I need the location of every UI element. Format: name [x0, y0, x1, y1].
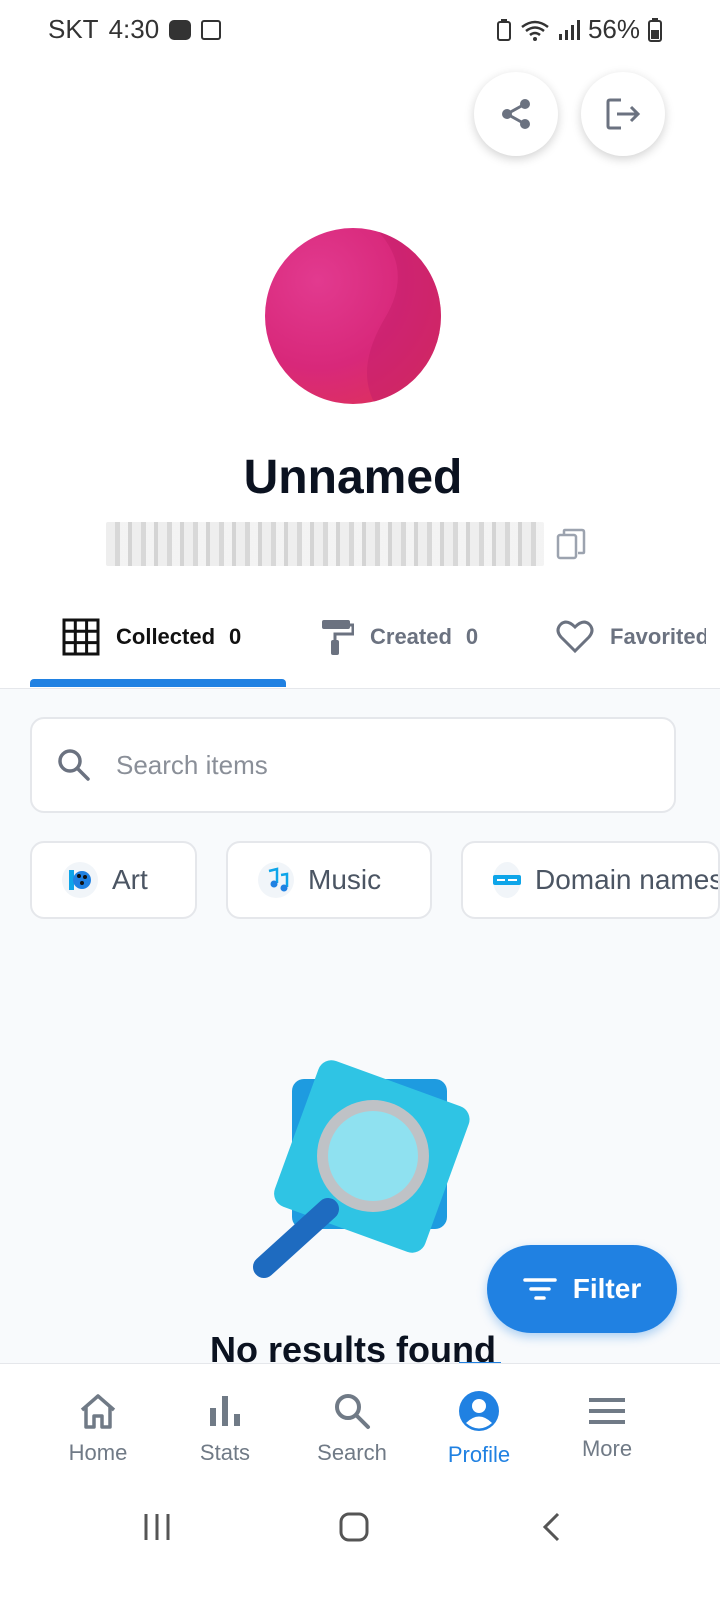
avatar-gradient-shape [367, 228, 441, 404]
chip-music-label: Music [308, 864, 382, 895]
search-icon [58, 749, 90, 781]
status-left: SKT 4:30 [48, 14, 222, 45]
home-icon [80, 1394, 116, 1429]
filter-button[interactable]: Filter [487, 1245, 677, 1333]
copy-icon[interactable] [556, 528, 586, 560]
menu-icon [589, 1398, 625, 1424]
tab-favorited[interactable]: Favorited [556, 612, 706, 662]
profile-tabs: Collected 0 Created 0 Favorited [0, 588, 720, 689]
filter-button-label: Filter [572, 1273, 642, 1304]
domain-icon [493, 862, 521, 898]
grid-icon [62, 618, 100, 656]
logout-icon [606, 98, 641, 130]
chip-music[interactable]: Music [226, 841, 432, 919]
image-icon [201, 19, 222, 40]
share-button[interactable] [474, 72, 558, 156]
tab-favorited-label: Favorited [610, 624, 706, 649]
empty-state-magnifier-illustration [253, 1060, 470, 1278]
search-input[interactable]: Search items [30, 717, 676, 813]
status-right: 56% [496, 14, 662, 45]
filter-icon [523, 1278, 557, 1300]
wifi-icon [521, 20, 549, 41]
empty-state-title: No results found [210, 1329, 496, 1363]
share-icon [502, 99, 530, 129]
heart-icon [556, 620, 594, 654]
chip-art-label: Art [112, 864, 148, 895]
chip-art[interactable]: Art [30, 841, 197, 919]
chip-domain-names-label: Domain names [535, 864, 720, 895]
search-icon [335, 1394, 370, 1429]
nav-item-stats[interactable]: Stats [165, 1364, 285, 1494]
tab-collected-count: 0 [229, 624, 242, 649]
nav-item-home[interactable]: Home [38, 1364, 158, 1494]
recent-apps-icon[interactable] [142, 1511, 172, 1543]
nav-item-profile-label: Profile [447, 1442, 511, 1467]
wallet-address-redacted [106, 522, 544, 566]
avatar[interactable] [265, 228, 441, 404]
nav-item-profile[interactable]: Profile [419, 1364, 539, 1494]
nav-item-more-label: More [581, 1436, 633, 1461]
tab-created-label: Created [370, 624, 452, 649]
tab-collected-label: Collected [116, 624, 216, 649]
nav-item-search-label: Search [317, 1440, 387, 1465]
clock: 4:30 [108, 14, 160, 44]
back-icon[interactable] [540, 1511, 562, 1543]
profile-name: Unnamed [243, 451, 463, 504]
battery-icon [648, 17, 662, 42]
bottom-nav: Home Stats Search Profile More [0, 1363, 720, 1494]
nav-item-more[interactable]: More [547, 1364, 667, 1494]
bar-chart-icon [210, 1396, 240, 1426]
signal-icon [558, 19, 580, 40]
system-nav-bar [0, 1493, 720, 1600]
nav-item-search[interactable]: Search [292, 1364, 412, 1494]
palette-icon [62, 862, 98, 898]
tab-created-count: 0 [465, 624, 479, 649]
home-system-icon[interactable] [338, 1511, 370, 1543]
tab-collected[interactable]: Collected 0 [62, 612, 241, 662]
nav-item-home-label: Home [68, 1440, 128, 1465]
status-bar: SKT 4:30 56% [0, 0, 720, 62]
search-placeholder: Search items [116, 749, 268, 780]
profile-icon [459, 1391, 499, 1431]
battery-percent: 56% [587, 14, 640, 44]
tab-created[interactable]: Created 0 [320, 612, 478, 662]
tab-active-indicator [30, 679, 286, 687]
music-note-icon [258, 862, 294, 898]
nav-item-stats-label: Stats [199, 1440, 251, 1465]
kakaotalk-icon [169, 19, 192, 40]
carrier: SKT [48, 14, 99, 44]
battery-saver-icon [496, 18, 511, 41]
logout-button[interactable] [581, 72, 665, 156]
chip-domain-names[interactable]: Domain names [461, 841, 720, 919]
paint-roller-icon [322, 620, 354, 655]
